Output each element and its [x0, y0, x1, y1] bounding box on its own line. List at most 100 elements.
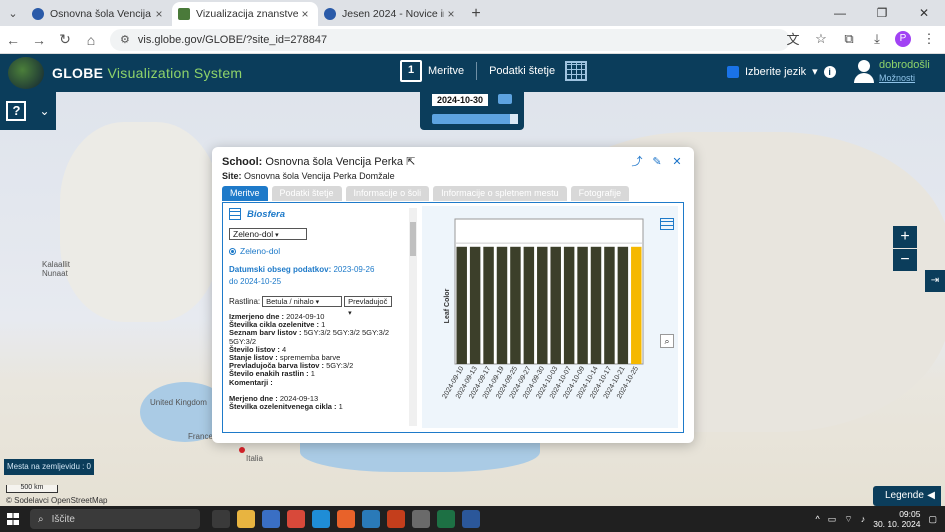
close-tab-icon[interactable]: ×	[152, 7, 166, 21]
back-icon[interactable]: ←	[0, 32, 26, 48]
app-icon[interactable]	[262, 510, 280, 528]
new-tab-button[interactable]: +	[464, 2, 488, 26]
zoom-magnifier-icon[interactable]: ⌕	[660, 334, 674, 348]
radio-button-icon[interactable]	[229, 247, 236, 255]
measurement-list: Izmerjeno dne : 2024-09-10 Številka cikla…	[229, 312, 407, 411]
protocol-select[interactable]: Zeleno-dol	[229, 228, 307, 240]
edit-icon[interactable]: ✎	[650, 155, 664, 169]
zoom-out-button[interactable]: −	[893, 249, 917, 271]
map-label-france: France	[188, 432, 213, 441]
excel-icon[interactable]	[437, 510, 455, 528]
chrome-icon[interactable]	[287, 510, 305, 528]
globe-favicon-icon	[32, 8, 44, 20]
user-icon[interactable]	[853, 60, 875, 84]
translate-icon[interactable]: 文	[783, 29, 803, 48]
clock[interactable]: 09:05 30. 10. 2024	[873, 509, 920, 529]
date-range-start: 2023-09-26	[333, 265, 375, 274]
task-view-icon[interactable]	[212, 510, 230, 528]
word-icon[interactable]	[462, 510, 480, 528]
tab-site-info[interactable]: Informacije o spletnem mestu	[433, 186, 567, 201]
wifi-icon[interactable]: ⌔	[844, 514, 852, 525]
profile-avatar[interactable]: P	[895, 30, 911, 47]
external-link-icon[interactable]: ⇱	[406, 156, 415, 168]
date-range-to: do	[229, 277, 238, 286]
plant-select[interactable]: Betula / nihalo	[262, 296, 343, 307]
chevron-up-icon[interactable]: ^	[816, 514, 820, 524]
date-slider[interactable]	[432, 114, 518, 124]
extensions-icon[interactable]: ⧉	[839, 31, 859, 47]
bar	[617, 246, 629, 364]
chevron-down-icon[interactable]: ▾	[812, 65, 818, 78]
date-range: Datumski obseg podatkov: 2023-09-26 do 2…	[229, 264, 407, 288]
home-icon[interactable]: ⌂	[78, 32, 104, 48]
close-tab-icon[interactable]: ×	[444, 7, 458, 21]
windows-logo-icon	[7, 513, 19, 525]
tab-school-info[interactable]: Informacije o šoli	[345, 186, 430, 201]
zoom-in-button[interactable]: +	[893, 226, 917, 248]
caret-left-icon: ◀	[927, 490, 935, 501]
details-scrollbar[interactable]	[409, 208, 417, 426]
data-count-icon[interactable]	[565, 61, 588, 81]
plant-type-select[interactable]: Prevladujoč	[344, 296, 393, 307]
data-count-nav[interactable]: Podatki štetje	[489, 65, 555, 77]
language-selector[interactable]: Izberite jezik	[745, 66, 806, 78]
taskbar-search[interactable]: ⌕ Iščite	[30, 509, 200, 529]
globe-header: GLOBE Visualization System 1 Meritve Pod…	[0, 54, 945, 92]
calendar-icon[interactable]: 1	[400, 60, 422, 82]
close-icon[interactable]: ✕	[670, 155, 684, 169]
measurement-details[interactable]: Biosfera Zeleno-dol Zeleno-dol Datumski …	[229, 208, 407, 426]
windows-start-button[interactable]	[0, 506, 26, 532]
tab-data-count[interactable]: Podatki štetje	[271, 186, 342, 201]
chart-table-icon[interactable]	[660, 218, 674, 230]
tab-search-dropdown[interactable]: ⌄	[0, 0, 26, 26]
share-icon[interactable]: ⤴	[630, 155, 644, 169]
download-icon[interactable]: ⤓	[867, 31, 887, 47]
browser-toolbar: ← → ↻ ⌂ ⚙ vis.globe.gov/GLOBE/?site_id=2…	[0, 26, 945, 54]
app-icon[interactable]	[412, 510, 430, 528]
help-icon[interactable]: ?	[6, 101, 27, 121]
address-bar[interactable]: ⚙ vis.globe.gov/GLOBE/?site_id=278847	[110, 28, 790, 51]
notification-icon[interactable]: ▢	[928, 514, 937, 525]
table-icon[interactable]	[229, 208, 241, 220]
store-icon[interactable]	[362, 510, 380, 528]
options-link[interactable]: Možnosti	[879, 72, 930, 85]
measurements-nav[interactable]: Meritve	[428, 65, 464, 77]
chevron-double-down-icon[interactable]: ⌄	[39, 104, 49, 118]
minimize-icon[interactable]: —	[819, 0, 861, 26]
globe-logo[interactable]	[8, 57, 44, 89]
menu-kebab-icon[interactable]: ⋮	[919, 31, 939, 47]
browser-tab-1[interactable]: Osnovna šola Vencija Perka - O ×	[26, 2, 172, 26]
browser-tab-3[interactable]: Jesen 2024 - Novice in razprav ×	[318, 2, 464, 26]
tab-photos[interactable]: Fotografije	[570, 186, 630, 201]
leaf-color-chart: 2024-09-10 2024-09-13 2024-09-17 2024-09-19…	[422, 206, 678, 428]
powerpoint-icon[interactable]	[387, 510, 405, 528]
side-panel-toggle-icon[interactable]: ⇥	[925, 270, 945, 292]
file-explorer-icon[interactable]	[237, 510, 255, 528]
protocol-radio[interactable]: Zeleno-dol	[229, 246, 407, 256]
volume-icon[interactable]: ♪	[861, 514, 866, 524]
browser-tab-2[interactable]: Vizualizacija znanstvenih podat ×	[172, 2, 318, 26]
video-camera-icon[interactable]	[498, 94, 512, 104]
info-icon[interactable]: i	[823, 65, 836, 78]
slider-handle[interactable]	[510, 114, 518, 124]
close-tab-icon[interactable]: ×	[298, 7, 312, 21]
date-range-label: Datumski obseg podatkov:	[229, 265, 332, 274]
site-marker[interactable]	[239, 447, 245, 453]
site-info-icon[interactable]: ⚙	[120, 33, 130, 46]
current-date[interactable]: 2024-10-30	[432, 94, 488, 106]
reload-icon[interactable]: ↻	[52, 31, 78, 48]
map-attribution[interactable]: © Sodelavci OpenStreetMap	[6, 496, 108, 505]
y-axis-label: Leaf Color	[444, 288, 451, 323]
tab-measurements[interactable]: Meritve	[222, 186, 268, 201]
legend-button[interactable]: Legende ◀	[873, 486, 941, 506]
forward-icon[interactable]: →	[26, 32, 52, 48]
biosphere-heading: Biosfera	[229, 208, 407, 220]
close-window-icon[interactable]: ✕	[903, 0, 945, 26]
edge-icon[interactable]	[312, 510, 330, 528]
bookmark-star-icon[interactable]: ☆	[811, 31, 831, 47]
firefox-icon[interactable]	[337, 510, 355, 528]
battery-icon[interactable]: ▭	[828, 514, 837, 525]
maximize-icon[interactable]: ❐	[861, 0, 903, 26]
scrollbar-thumb[interactable]	[410, 222, 416, 256]
map-sites-count[interactable]: Mesta na zemljevidu : 0	[4, 459, 94, 475]
